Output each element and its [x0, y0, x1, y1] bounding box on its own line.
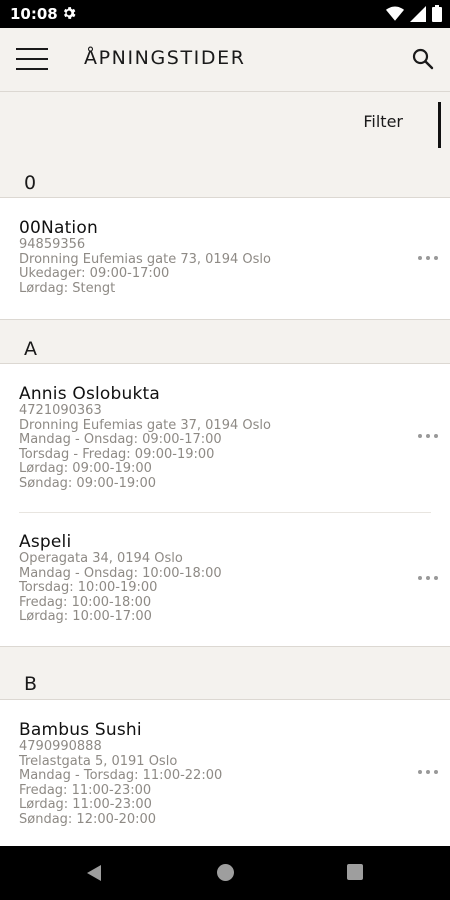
back-icon[interactable] [87, 865, 101, 881]
list-item[interactable]: 00Nation 94859356 Dronning Eufemias gate… [0, 198, 450, 319]
wifi-icon [386, 6, 404, 21]
signal-icon [410, 5, 426, 22]
opening-hours: Ukedager: 09:00-17:00 [19, 266, 170, 281]
section-b: B Bambus Sushi 4790990888 Trelastgata 5,… [0, 647, 450, 851]
store-list[interactable]: 0 00Nation 94859356 Dronning Eufemias ga… [0, 154, 450, 851]
more-options-icon[interactable] [418, 770, 438, 776]
store-address: Dronning Eufemias gate 73, 0194 Oslo [19, 251, 271, 267]
store-name: Bambus Sushi [19, 720, 142, 740]
page-title: ÅPNINGSTIDER [84, 47, 246, 69]
section-header: A [0, 320, 450, 364]
filter-indicator [438, 102, 441, 148]
section-a: A Annis Oslobukta 4721090363 Dronning Eu… [0, 320, 450, 647]
opening-hours: Lørdag: 10:00-17:00 [19, 609, 152, 624]
more-options-icon[interactable] [418, 256, 438, 262]
menu-icon[interactable] [16, 48, 48, 72]
store-name: Annis Oslobukta [19, 384, 161, 404]
opening-hours: Mandag - Onsdag: 09:00-17:00 [19, 432, 222, 447]
more-options-icon[interactable] [418, 434, 438, 440]
section-header: 0 [0, 154, 450, 198]
opening-hours: Lørdag: 09:00-19:00 [19, 461, 152, 476]
system-nav-bar [0, 846, 450, 900]
section-0: 0 00Nation 94859356 Dronning Eufemias ga… [0, 154, 450, 320]
store-name: 00Nation [19, 218, 98, 238]
store-address: Dronning Eufemias gate 37, 0194 Oslo [19, 417, 271, 433]
opening-hours: Lørdag: 11:00-23:00 [19, 797, 152, 812]
opening-hours: Lørdag: Stengt [19, 280, 116, 296]
opening-hours: Torsdag - Fredag: 09:00-19:00 [19, 446, 215, 462]
store-phone: 4721090363 [19, 403, 102, 418]
opening-hours: Fredag: 10:00-18:00 [19, 594, 152, 610]
opening-hours: Mandag - Torsdag: 11:00-22:00 [19, 768, 223, 783]
store-phone: 4790990888 [19, 739, 102, 754]
app-bar: ÅPNINGSTIDER [0, 28, 450, 92]
list-item[interactable]: Annis Oslobukta 4721090363 Dronning Eufe… [0, 364, 450, 512]
store-phone: 94859356 [19, 237, 86, 252]
opening-hours: Søndag: 09:00-19:00 [19, 475, 157, 491]
store-address: Trelastgata 5, 0191 Oslo [19, 753, 178, 769]
store-name: Aspeli [19, 532, 72, 552]
filter-bar: Filter [0, 92, 450, 154]
status-time: 10:08 [10, 5, 58, 23]
list-item[interactable]: Bambus Sushi 4790990888 Trelastgata 5, 0… [0, 700, 450, 850]
recents-icon[interactable] [347, 864, 363, 880]
opening-hours: Søndag: 12:00-20:00 [19, 811, 157, 827]
system-icons [386, 5, 442, 22]
opening-hours: Mandag - Onsdag: 10:00-18:00 [19, 565, 222, 581]
home-icon[interactable] [217, 864, 234, 881]
settings-gear-icon [63, 7, 76, 19]
list-item[interactable]: Aspeli Operagata 34, 0194 Oslo Mandag - … [0, 512, 450, 646]
search-icon[interactable] [410, 46, 436, 72]
opening-hours: Torsdag: 10:00-19:00 [19, 580, 158, 595]
battery-icon [432, 5, 442, 22]
more-options-icon[interactable] [418, 576, 438, 582]
status-bar: 10:08 [0, 0, 450, 28]
store-address: Operagata 34, 0194 Oslo [19, 551, 183, 566]
filter-button[interactable]: Filter [363, 112, 403, 131]
section-header: B [0, 647, 450, 700]
opening-hours: Fredag: 11:00-23:00 [19, 782, 152, 798]
